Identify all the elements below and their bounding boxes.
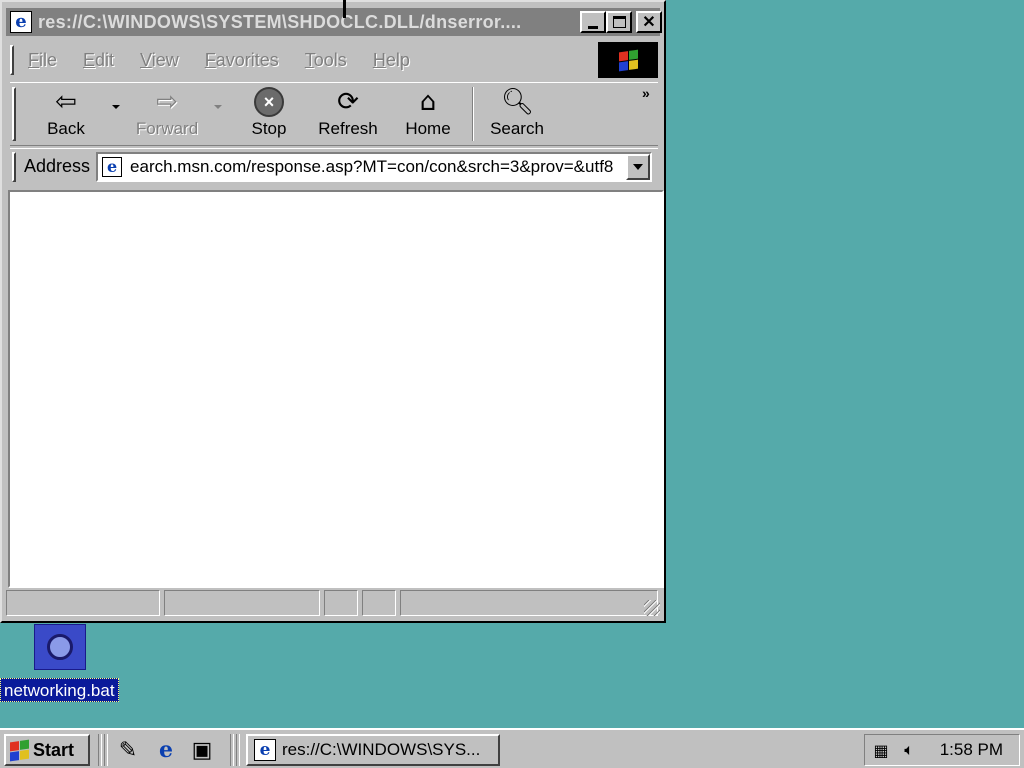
menu-help[interactable]: Help (373, 50, 410, 71)
taskbar-item-ie[interactable]: e res://C:\WINDOWS\SYS... (246, 734, 500, 766)
search-button[interactable]: 🔍︎ Search (488, 87, 546, 143)
address-input[interactable] (130, 156, 621, 177)
text-cursor-icon (343, 0, 346, 18)
search-label: Search (490, 119, 544, 138)
address-bar: Address e (10, 148, 658, 184)
start-label: Start (33, 739, 75, 760)
chevron-down-icon (633, 163, 644, 170)
quicklaunch-grip[interactable] (104, 734, 108, 766)
address-field[interactable]: e (96, 151, 653, 182)
windows-flag-icon (618, 49, 638, 71)
forward-label: Forward (135, 119, 199, 138)
menu-bar: File Edit View Favorites Tools Help (10, 42, 596, 78)
title-bar[interactable]: e res://C:\WINDOWS\SYSTEM\SHDOCLC.DLL/dn… (6, 8, 662, 36)
outlook-express-icon[interactable]: ✎ (114, 736, 142, 764)
address-label: Address (24, 156, 91, 176)
menu-view[interactable]: View (140, 50, 179, 71)
taskbar-divider (98, 734, 102, 766)
status-text-panel (6, 590, 160, 616)
forward-arrow-icon: ⇨ (156, 87, 178, 117)
resize-grip-icon[interactable] (644, 600, 660, 616)
maximize-icon (612, 16, 626, 28)
window-title: res://C:\WINDOWS\SYSTEM\SHDOCLC.DLL/dnse… (38, 11, 522, 32)
tasklist-grip[interactable] (236, 734, 240, 766)
toolbar-grip[interactable] (12, 87, 16, 141)
back-label: Back (47, 119, 85, 138)
home-icon: ⌂ (419, 87, 437, 117)
standard-toolbar: ⇦ Back ⇨ Forward × Stop ⟳ Refresh ⌂ Home… (10, 82, 658, 146)
windows-flag-icon (10, 739, 29, 761)
status-progress-panel (164, 590, 320, 616)
ie-page-icon: e (254, 739, 276, 761)
toolbar-chevron-icon[interactable]: » (642, 85, 650, 101)
refresh-label: Refresh (318, 119, 378, 138)
maximize-button[interactable] (606, 11, 632, 33)
back-dropdown-icon[interactable] (112, 105, 120, 109)
toolbar-separator (472, 87, 474, 141)
close-button[interactable]: ✕ (636, 11, 662, 33)
windows-logo-throbber (598, 42, 658, 78)
system-tray: ▦ 🔈︎ 1:58 PM (864, 734, 1020, 766)
page-content[interactable] (8, 190, 664, 588)
minimize-button[interactable] (580, 11, 606, 33)
start-button[interactable]: Start (4, 734, 90, 766)
status-zone-panel (400, 590, 658, 616)
address-page-icon: e (102, 156, 123, 177)
menu-tools[interactable]: Tools (305, 50, 347, 71)
minimize-icon (588, 25, 598, 29)
forward-button[interactable]: ⇨ Forward (134, 87, 200, 143)
back-button[interactable]: ⇦ Back (38, 87, 94, 143)
home-label: Home (405, 119, 451, 138)
close-icon: ✕ (642, 14, 656, 31)
addressbar-grip[interactable] (12, 151, 16, 182)
browser-window: e res://C:\WINDOWS\SYSTEM\SHDOCLC.DLL/dn… (0, 0, 666, 623)
stop-label: Stop (251, 119, 287, 138)
taskbar-item-label: res://C:\WINDOWS\SYS... (282, 740, 481, 759)
taskbar-divider (230, 734, 234, 766)
show-desktop-icon[interactable]: ▣ (188, 736, 216, 764)
batch-file-icon (34, 624, 86, 670)
status-bar (6, 590, 662, 618)
menu-edit[interactable]: Edit (83, 50, 114, 71)
volume-icon[interactable]: 🔈︎ (897, 738, 921, 762)
menubar-grip[interactable] (10, 45, 14, 75)
refresh-icon: ⟳ (337, 87, 359, 117)
address-dropdown-button[interactable] (626, 153, 651, 180)
home-button[interactable]: ⌂ Home (402, 87, 454, 143)
back-arrow-icon: ⇦ (55, 87, 77, 117)
search-globe-icon: 🔍︎ (501, 87, 535, 117)
status-security-panel (362, 590, 396, 616)
ie-page-icon: e (10, 11, 32, 33)
stop-button[interactable]: × Stop (246, 87, 292, 143)
desktop-icon-label: networking.bat (0, 678, 119, 702)
internet-explorer-icon[interactable]: e (152, 736, 180, 764)
gear-icon (47, 634, 73, 660)
taskbar: Start ✎ e ▣ e res://C:\WINDOWS\SYS... ▦ … (0, 728, 1024, 768)
scheduler-icon[interactable]: ▦ (869, 738, 893, 762)
menu-file[interactable]: File (28, 50, 57, 71)
clock[interactable]: 1:58 PM (940, 740, 1003, 760)
forward-dropdown-icon[interactable] (214, 105, 222, 109)
menu-favorites[interactable]: Favorites (205, 50, 279, 71)
status-offline-panel (324, 590, 358, 616)
desktop-icon-networking[interactable]: networking.bat (0, 624, 120, 704)
refresh-button[interactable]: ⟳ Refresh (316, 87, 380, 143)
stop-icon: × (254, 87, 284, 117)
